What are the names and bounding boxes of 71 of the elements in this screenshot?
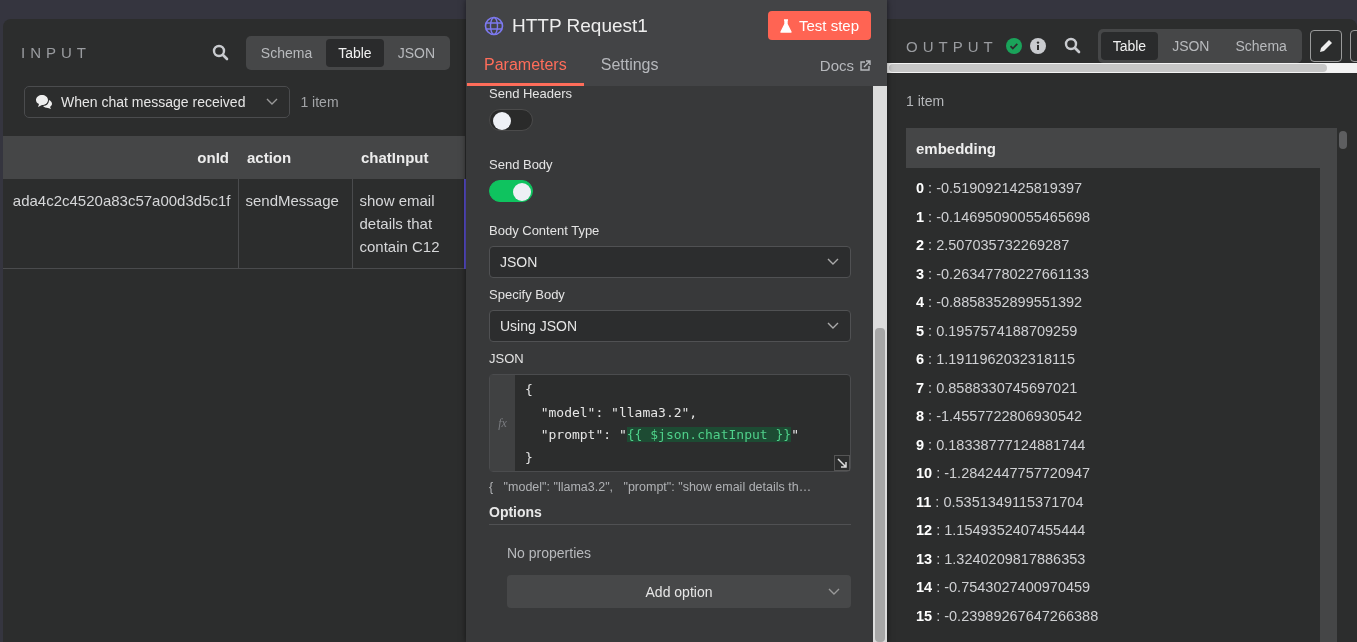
chevron-down-icon	[827, 587, 841, 597]
tab[interactable]: Settings	[583, 50, 676, 86]
select-field[interactable]: JSON	[489, 246, 851, 278]
table-entry: 15 : -0.23989267647266388	[916, 606, 1100, 626]
view-tab[interactable]: Table	[1100, 32, 1159, 60]
view-tab[interactable]: Schema	[248, 38, 325, 67]
view-tab[interactable]: Table	[326, 38, 384, 67]
chat-bubbles-icon	[35, 94, 53, 110]
field-label: Specify Body	[489, 287, 566, 302]
view-tab[interactable]: Schema	[1223, 32, 1299, 60]
table-entry: 11 : 0.5351349115371704	[916, 492, 1085, 512]
globe-icon	[484, 15, 504, 36]
toggle-switch[interactable]	[489, 109, 533, 131]
vertical-scrollbar-thumb[interactable]	[1339, 131, 1347, 149]
section-title: Options	[489, 504, 851, 525]
table-entry: 1 : -0.14695090055465698	[916, 207, 1092, 227]
item-count: 1 item	[300, 94, 339, 110]
table-entry: 0 : -0.5190921425819397	[916, 179, 1084, 198]
column-header: action	[238, 136, 352, 179]
table-entry: 13 : 1.3240209817886353	[916, 549, 1087, 569]
resize-handle-icon[interactable]	[834, 455, 850, 471]
column-header: embedding	[915, 139, 997, 159]
table-entry: 9 : 0.18338777124881744	[916, 435, 1087, 455]
view-tab[interactable]: JSON	[385, 38, 447, 67]
table-cell: ada4c2c4520a83c57a00d3d5c1f	[3, 179, 238, 269]
table-entry: 3 : -0.26347780227661133	[916, 264, 1091, 284]
view-tab[interactable]: JSON	[1160, 32, 1222, 60]
search-icon[interactable]	[1063, 37, 1082, 55]
flask-icon	[779, 18, 792, 33]
field-label: Body Content Type	[489, 223, 601, 238]
table-entry: 6 : 1.1911962032318115	[916, 350, 1077, 369]
fx-label: fx	[490, 375, 515, 471]
item-count: 1 item	[905, 92, 946, 109]
pencil-icon	[1317, 38, 1334, 54]
add-option-button[interactable]: Add option	[507, 575, 851, 608]
node-title: HTTP Request1	[512, 14, 649, 37]
column-header: chatInput	[352, 136, 465, 179]
column-header: onId	[3, 136, 238, 179]
table-entry: 10 : -1.2842447757720947	[916, 464, 1092, 483]
field-label: Send Body	[489, 157, 554, 172]
search-icon[interactable]	[211, 43, 230, 62]
source-node-dropdown[interactable]: When chat message received	[24, 86, 291, 118]
docs-link[interactable]: Docs	[819, 57, 871, 86]
table-entry: 7 : 0.8588330745697021	[916, 378, 1079, 398]
scrollbar-thumb[interactable]	[875, 328, 885, 642]
table-entry: 12 : 1.1549352407455444	[916, 521, 1087, 540]
chevron-down-icon	[826, 257, 840, 267]
toggle-switch[interactable]	[489, 180, 533, 202]
field-label: Send Headers	[489, 86, 574, 101]
edit-button[interactable]	[1309, 30, 1342, 62]
table-entry: 2 : 2.507035732269287	[916, 236, 1071, 255]
table-entry: 5 : 0.1957574188709259	[916, 321, 1079, 341]
expression-preview: { "model": "llama3.2", "prompt": "show email details th…	[489, 480, 813, 494]
field-label: JSON	[489, 351, 525, 366]
panel-title: INPUT	[21, 44, 92, 61]
horizontal-scrollbar-thumb[interactable]	[889, 64, 1328, 72]
chevron-down-icon	[826, 321, 840, 331]
panel-title: OUTPUT	[906, 37, 998, 55]
table-entry: 4 : -0.8858352899551392	[916, 293, 1084, 312]
table-entry: 14 : -0.7543027400970459	[916, 578, 1092, 597]
success-check-icon	[1005, 38, 1022, 54]
code-editor[interactable]: fx { "model": "llama3.2", "prompt": "{{ $json.chatInput }}" }	[489, 374, 851, 472]
table-entry: 8 : -1.4557722806930542	[916, 407, 1084, 426]
chevron-down-icon	[265, 97, 280, 107]
tab[interactable]: Parameters	[467, 50, 584, 86]
test-step-button[interactable]: Test step	[767, 11, 871, 40]
table-cell: sendMessage	[238, 179, 352, 269]
info-icon	[1029, 38, 1046, 54]
empty-message: No properties	[507, 545, 593, 561]
external-link-icon	[859, 59, 871, 72]
select-field[interactable]: Using JSON	[489, 310, 851, 342]
